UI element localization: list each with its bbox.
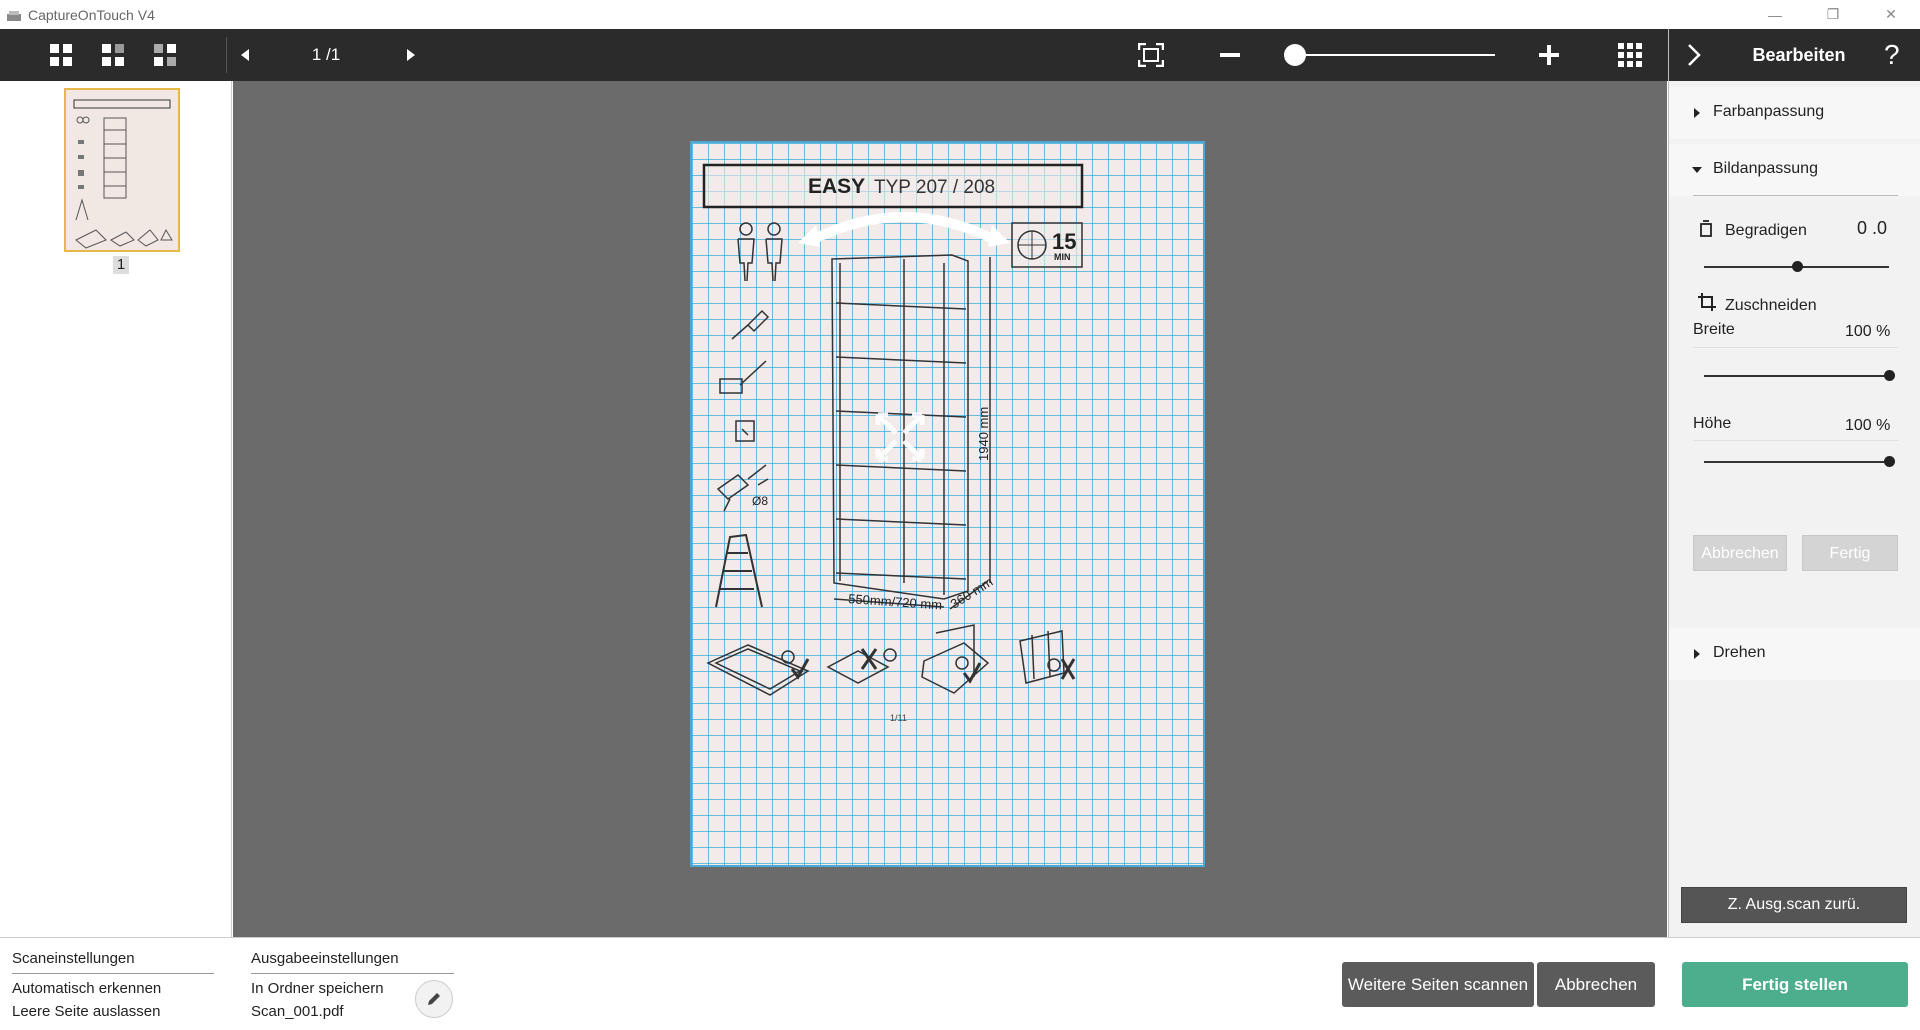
thumbnail-pane: 1: [0, 81, 232, 937]
height-label: Höhe: [1693, 415, 1732, 432]
crop-label: Zuschneiden: [1725, 297, 1817, 314]
edit-panel: Bearbeiten ? Farbanpassung Bildanpassung…: [1668, 29, 1920, 937]
scan-setting-skip-blank: Leere Seite auslassen: [12, 1003, 161, 1020]
page-thumbnail[interactable]: [64, 88, 180, 252]
height-dimension: 1940 mm: [976, 407, 991, 461]
minimize-button[interactable]: —: [1746, 0, 1804, 29]
time-box: 15 MIN: [1011, 222, 1083, 268]
curved-double-arrow: [807, 212, 1000, 246]
time-unit: MIN: [1054, 252, 1071, 262]
edit-panel-header: Bearbeiten ?: [1669, 29, 1920, 81]
crop-icon: [1697, 292, 1717, 317]
scan-more-pages-button[interactable]: Weitere Seiten scannen: [1342, 962, 1534, 1007]
grid-view-icon[interactable]: [1615, 29, 1645, 81]
crop-cancel-button[interactable]: Abbrechen: [1693, 535, 1787, 571]
scan-settings-title[interactable]: Scaneinstellungen: [12, 950, 135, 967]
title-rest: TYP 207 / 208: [874, 177, 995, 198]
edit-output-settings-button[interactable]: [415, 980, 453, 1018]
medium-thumbnails-icon[interactable]: [98, 29, 128, 81]
output-settings-title[interactable]: Ausgabeeinstellungen: [251, 950, 399, 967]
width-slider-track[interactable]: [1704, 375, 1889, 377]
page-indicator: 1 /1: [311, 45, 341, 64]
section-farbanpassung-label: Farbanpassung: [1713, 103, 1825, 120]
edit-panel-title: Bearbeiten: [1752, 45, 1846, 65]
section-drehen-label: Drehen: [1713, 644, 1766, 661]
scan-settings-underline: [12, 973, 214, 974]
straighten-slider-handle[interactable]: [1791, 261, 1803, 272]
depth-dimension: 360 mm: [948, 574, 996, 612]
output-setting-filename: Scan_001.pdf: [251, 1003, 344, 1020]
height-slider-handle[interactable]: [1884, 456, 1895, 467]
scanned-page[interactable]: EASY TYP 207 / 208 15 MIN 1940 mm 550mm/…: [690, 141, 1205, 867]
zoom-in-icon[interactable]: [1535, 29, 1563, 81]
zoom-slider-handle[interactable]: [1284, 44, 1306, 66]
width-value[interactable]: 100 %: [1845, 323, 1890, 341]
window-title: CaptureOnTouch V4: [28, 6, 155, 23]
title-bold: EASY: [808, 175, 865, 198]
drill-size: Ø8: [752, 494, 768, 508]
hammer-icon: [719, 360, 767, 394]
height-value[interactable]: 100 %: [1845, 417, 1890, 435]
section-divider: [1693, 195, 1898, 196]
section-farbanpassung[interactable]: Farbanpassung: [1669, 87, 1920, 139]
output-setting-save-folder: In Ordner speichern: [251, 980, 384, 997]
small-thumbnails-icon[interactable]: [150, 29, 180, 81]
height-slider-track[interactable]: [1704, 461, 1889, 463]
width-label: Breite: [1693, 321, 1735, 338]
tape-measure-icon: [735, 420, 755, 442]
close-button[interactable]: ✕: [1862, 0, 1920, 29]
section-bildanpassung[interactable]: Bildanpassung: [1669, 144, 1920, 196]
thumbnail-page-number: 1: [113, 256, 129, 274]
straighten-label: Begradigen: [1725, 222, 1807, 239]
fit-to-window-icon[interactable]: [1133, 29, 1169, 81]
assembly-upright-good-icon: [921, 624, 990, 694]
width-dimension: 550mm/720 mm: [848, 591, 943, 613]
straighten-icon: [1699, 219, 1713, 242]
toolbar-divider: [226, 37, 227, 73]
assembly-floor-bad-icon: [826, 648, 897, 684]
pencil-icon: [428, 993, 440, 1005]
document-viewer[interactable]: EASY TYP 207 / 208 15 MIN 1940 mm 550mm/…: [233, 81, 1667, 937]
zoom-slider-track[interactable]: [1295, 54, 1495, 56]
finish-button[interactable]: Fertig stellen: [1682, 962, 1908, 1007]
shelf-drawing: [831, 254, 991, 610]
expand-right-icon: [1694, 649, 1700, 659]
output-settings-underline: [251, 973, 454, 974]
ladder-icon: [715, 533, 763, 608]
section-bildanpassung-label: Bildanpassung: [1713, 160, 1818, 177]
collapse-panel-icon[interactable]: [1687, 43, 1701, 72]
zoom-out-icon[interactable]: [1216, 29, 1244, 81]
scan-setting-auto-detect: Automatisch erkennen: [12, 980, 162, 997]
height-underline: [1693, 440, 1898, 441]
page-footer: 1/11: [890, 713, 907, 723]
cancel-button[interactable]: Abbrechen: [1537, 962, 1655, 1007]
reset-to-original-button[interactable]: Z. Ausg.scan zurü.: [1681, 887, 1907, 923]
next-page-icon[interactable]: [402, 29, 420, 81]
straighten-value[interactable]: 0 .0: [1857, 218, 1887, 239]
assembly-upright-bad-icon: [1019, 630, 1076, 684]
large-thumbnails-icon[interactable]: [46, 29, 76, 81]
previous-page-icon[interactable]: [236, 29, 254, 81]
assembly-floor-good-icon: [706, 644, 810, 696]
screwdriver-icon: [731, 309, 770, 340]
section-drehen[interactable]: Drehen: [1669, 628, 1920, 680]
width-underline: [1693, 347, 1898, 348]
expand-down-icon: [1692, 167, 1702, 173]
crop-done-button[interactable]: Fertig: [1802, 535, 1898, 571]
width-slider-handle[interactable]: [1884, 370, 1895, 381]
restore-button[interactable]: ❐: [1804, 0, 1862, 29]
app-icon: [6, 9, 22, 21]
bottom-bar: Scaneinstellungen Automatisch erkennen L…: [0, 937, 1920, 1030]
help-icon[interactable]: ?: [1884, 29, 1900, 81]
viewer-toolbar: 1 /1: [0, 29, 1668, 81]
expand-right-icon: [1694, 108, 1700, 118]
time-value: 15: [1052, 229, 1076, 254]
two-person-icon: [737, 222, 783, 282]
title-bar: CaptureOnTouch V4 — ❐ ✕: [0, 0, 1920, 29]
move-arrows-icon: [875, 412, 925, 462]
